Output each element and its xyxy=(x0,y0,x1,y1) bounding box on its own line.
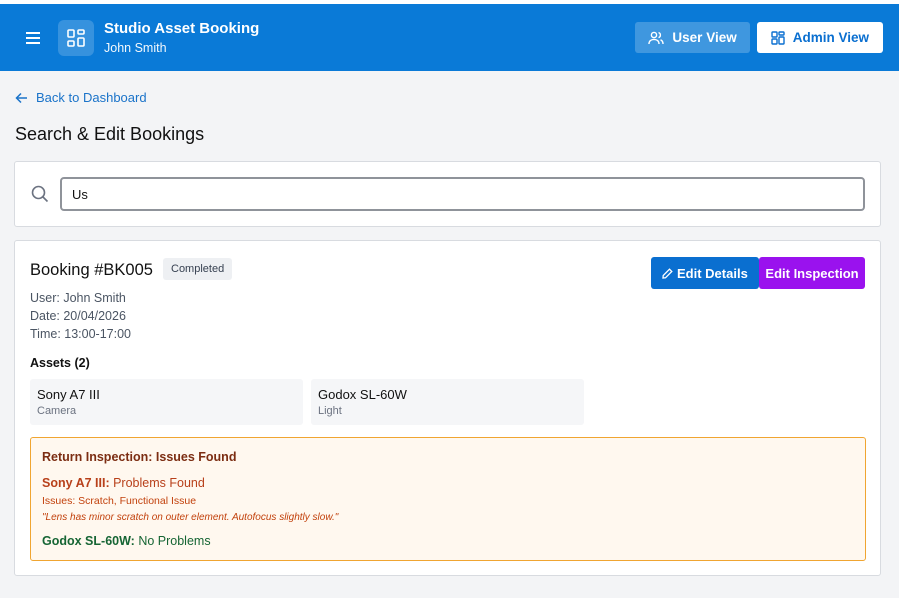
inspection-item: Godox SL-60W: No Problems xyxy=(42,534,211,548)
asset-type: Light xyxy=(318,405,342,417)
asset-name: Godox SL-60W xyxy=(318,387,407,402)
admin-view-button[interactable]: Admin View xyxy=(756,22,883,53)
admin-view-label: Admin View xyxy=(792,30,869,45)
user-view-label: User View xyxy=(672,30,737,45)
app-title: Studio Asset Booking xyxy=(104,19,260,37)
inspection-asset-name: Godox SL-60W: xyxy=(42,534,135,548)
inspection-note: "Lens has minor scratch on outer element… xyxy=(42,512,339,523)
layout-grid-icon xyxy=(771,30,785,45)
app-header: Studio Asset Booking John Smith User Vie… xyxy=(0,4,899,71)
edit-inspection-label: Edit Inspection xyxy=(765,265,859,281)
back-link-label: Back to Dashboard xyxy=(36,90,147,105)
asset-card: Sony A7 III Camera xyxy=(30,379,303,425)
booking-date: Date: 20/04/2026 xyxy=(30,309,126,323)
users-icon xyxy=(648,31,665,44)
edit-details-label: Edit Details xyxy=(677,265,748,281)
return-inspection-panel: Return Inspection: Issues Found Sony A7 … xyxy=(30,437,866,561)
inspection-item: Sony A7 III: Problems Found xyxy=(42,476,205,490)
inspection-result: Problems Found xyxy=(113,476,205,490)
inspection-title: Return Inspection: Issues Found xyxy=(42,450,237,464)
edit-inspection-button[interactable]: Edit Inspection xyxy=(759,257,865,289)
arrow-left-icon xyxy=(15,92,27,103)
search-icon xyxy=(31,185,49,203)
edit-details-button[interactable]: Edit Details xyxy=(651,257,759,289)
booking-card: Booking #BK005 Completed User: John Smit… xyxy=(14,240,881,576)
inspection-asset-name: Sony A7 III: xyxy=(42,476,110,490)
inspection-issues: Issues: Scratch, Functional Issue xyxy=(42,495,197,507)
page-title: Search & Edit Bookings xyxy=(15,124,205,144)
dashboard-grid-icon xyxy=(58,19,94,56)
search-input[interactable] xyxy=(60,177,865,211)
status-badge: Completed xyxy=(163,258,233,280)
pencil-icon xyxy=(662,267,673,279)
booking-user: User: John Smith xyxy=(30,291,126,305)
assets-heading: Assets (2) xyxy=(30,356,90,370)
menu-icon[interactable] xyxy=(22,27,44,49)
inspection-result: No Problems xyxy=(138,534,211,548)
user-view-button[interactable]: User View xyxy=(635,22,750,53)
asset-type: Camera xyxy=(37,405,77,417)
current-user-name: John Smith xyxy=(104,40,167,55)
search-card xyxy=(14,161,881,227)
asset-name: Sony A7 III xyxy=(37,387,100,402)
booking-time: Time: 13:00-17:00 xyxy=(30,327,131,341)
asset-card: Godox SL-60W Light xyxy=(311,379,584,425)
back-to-dashboard-link[interactable]: Back to Dashboard xyxy=(15,90,147,105)
booking-title: Booking #BK005 xyxy=(30,261,153,279)
